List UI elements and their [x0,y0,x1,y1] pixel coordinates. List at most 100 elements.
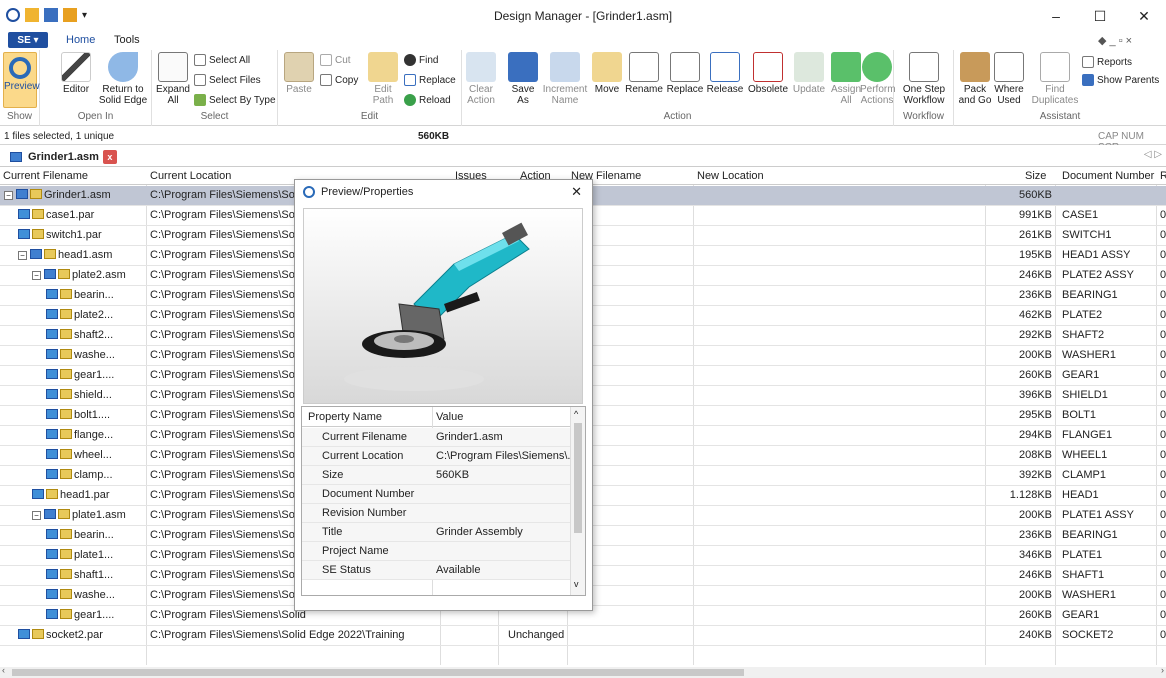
reports-button[interactable]: Reports [1082,56,1132,68]
rename-button[interactable]: Rename [624,52,664,95]
property-name: Title [322,526,343,538]
col-current-filename[interactable]: Current Filename [3,170,88,182]
obsolete-button[interactable]: Obsolete [746,52,790,95]
find-button[interactable]: Find [404,54,438,66]
property-row[interactable]: Current Filename Grinder1.asm [302,428,572,447]
col-current-location[interactable]: Current Location [150,170,231,182]
col-new-location[interactable]: New Location [697,170,764,182]
select-files-button[interactable]: Select Files [194,74,261,86]
scroll-thumb[interactable] [12,669,744,676]
property-row[interactable]: Current Location C:\Program Files\Siemens… [302,447,572,466]
select-by-type-button[interactable]: Select By Type [194,94,276,106]
properties-scrollbar[interactable]: ^ v [570,407,585,595]
prop-name-header[interactable]: Property Name [308,411,382,423]
collapse-toggle-icon[interactable]: − [32,271,41,280]
show-parents-button[interactable]: Show Parents [1082,74,1159,86]
clear-action-button[interactable]: Clear Action [464,52,498,106]
editor-button[interactable]: Editor [60,52,92,95]
col-size[interactable]: Size [1025,170,1046,182]
replace-button[interactable]: Replace [666,52,704,95]
row-extra: 0 [1160,409,1166,421]
perform-actions-button[interactable]: Perform Actions [860,52,896,106]
collapse-toggle-icon[interactable]: − [4,191,13,200]
document-tab[interactable]: Grinder1.asm x [10,147,117,166]
expand-all-button[interactable]: Expand All [156,52,190,106]
property-row[interactable]: Size 560KB [302,466,572,485]
filename-text: wheel... [74,449,112,461]
one-step-workflow-button[interactable]: One Step Workflow [900,52,948,106]
property-row[interactable]: Revision Number [302,504,572,523]
paste-label: Paste [286,84,312,95]
row-document-number: SHAFT2 [1062,329,1105,341]
minimize-button[interactable]: – [1034,0,1078,32]
reload-button[interactable]: Reload [404,94,451,106]
dialog-close-button[interactable]: ✕ [571,184,582,200]
application-button[interactable]: SE ▾ [8,32,48,48]
group-label: Action [663,111,692,122]
collapse-toggle-icon[interactable]: − [18,251,27,260]
collapse-toggle-icon[interactable]: − [32,511,41,520]
row-location: C:\Program Files\Siemens\Solid Edge 2022… [150,629,405,641]
prop-value-header[interactable]: Value [436,411,463,423]
tab-tools[interactable]: Tools [114,34,140,46]
obsolete-icon [753,52,783,82]
update-button[interactable]: Update [790,52,828,95]
save-as-button[interactable]: Save As [508,52,538,106]
close-tab-icon[interactable]: x [102,149,117,164]
row-extra: 0 [1160,629,1166,641]
maximize-button[interactable]: ☐ [1078,0,1122,32]
part-icon [46,569,58,579]
row-filename: flange... [46,429,143,441]
property-row[interactable]: Title Grinder Assembly [302,523,572,542]
row-extra: 0 [1160,329,1166,341]
table-row[interactable]: socket2.par C:\Program Files\Siemens\Soli… [0,626,1166,646]
tab-scroll-arrows[interactable]: ◁ ▷ [1144,149,1162,160]
mdi-controls[interactable]: ◆ _ ▫ × [1098,34,1132,47]
perform-actions-label: Perform Actions [860,84,896,106]
find-replace-button[interactable]: Replace [404,74,456,86]
scroll-up-icon[interactable]: ^ [574,409,578,419]
pack-and-go-button[interactable]: Pack and Go [958,52,992,106]
find-label: Find [419,54,439,66]
scroll-down-icon[interactable]: v [574,579,579,589]
release-button[interactable]: Release [706,52,744,95]
scroll-left-icon[interactable]: ‹ [2,665,5,675]
select-all-label: Select All [209,54,251,66]
dialog-title-bar[interactable]: Preview/Properties ✕ [295,180,592,204]
row-document-number: WHEEL1 [1062,449,1108,461]
property-row[interactable]: SE Status Available [302,561,572,580]
preview-button[interactable]: Preview [3,52,40,108]
edit-path-button[interactable]: Edit Path [366,52,400,106]
property-row[interactable]: Project Name [302,542,572,561]
property-name: Document Number [322,488,415,500]
scroll-right-icon[interactable]: › [1161,665,1164,675]
row-document-number: PLATE1 [1062,549,1103,561]
cut-button[interactable]: Cut [320,54,351,66]
clear-action-label: Clear Action [467,84,495,106]
where-used-button[interactable]: Where Used [992,52,1026,106]
find-duplicates-button[interactable]: Find Duplicates [1030,52,1080,106]
lock-icon [58,509,70,519]
cut-label: Cut [335,54,351,66]
select-all-button[interactable]: Select All [194,54,250,66]
horizontal-scrollbar[interactable]: ‹ › [0,665,1166,678]
assign-all-button[interactable]: Assign All [830,52,862,106]
copy-button[interactable]: Copy [320,74,358,86]
paste-button[interactable]: Paste [282,52,316,95]
group-edit: Paste Cut Copy Edit Path Find Replace Re… [278,50,462,126]
close-button[interactable]: ✕ [1122,0,1166,32]
increment-name-button[interactable]: Increment Name [542,52,588,106]
property-name: SE Status [322,564,371,576]
lock-icon [60,429,72,439]
group-label: Select [200,111,229,122]
col-extra[interactable]: R [1160,170,1166,182]
save-as-icon [508,52,538,82]
tab-home[interactable]: Home [66,34,95,46]
return-to-solid-edge-button[interactable]: Return to Solid Edge [98,52,148,106]
col-document-number[interactable]: Document Number [1062,170,1154,182]
part-icon [46,329,58,339]
properties-scroll-thumb[interactable] [574,423,582,533]
move-button[interactable]: Move [592,52,622,95]
row-filename: plate1... [46,549,143,561]
property-row[interactable]: Document Number [302,485,572,504]
